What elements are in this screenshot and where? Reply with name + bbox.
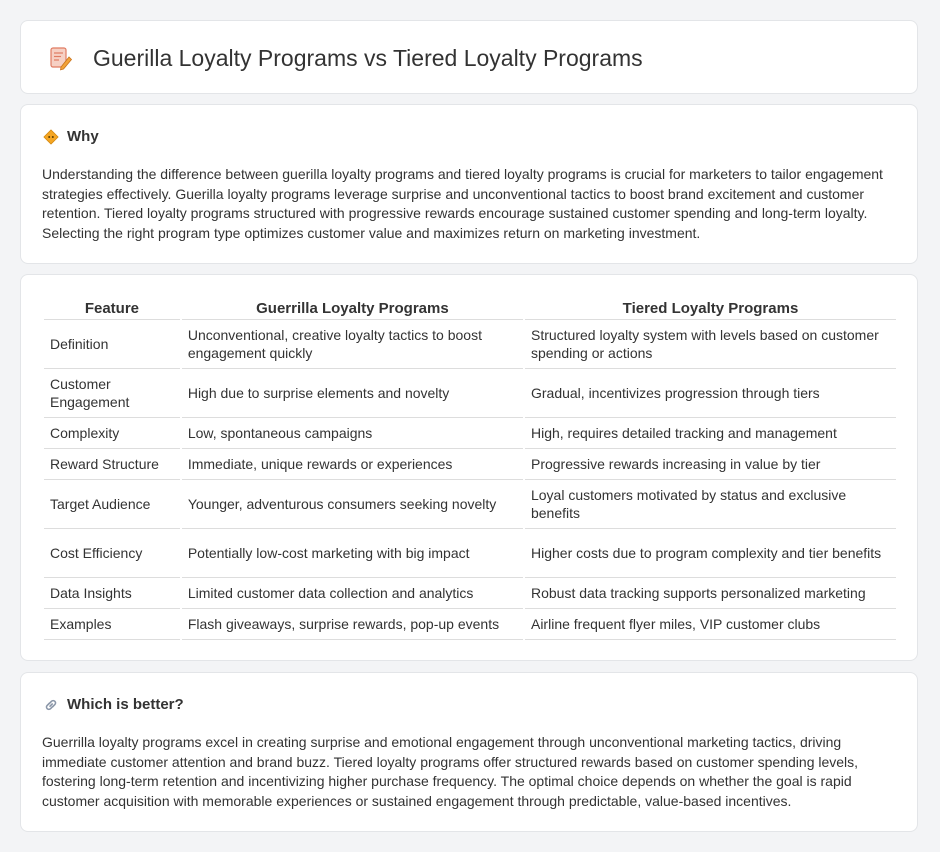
which-is-better-section: Which is better? Guerrilla loyalty progr… <box>20 672 918 832</box>
table-row: Data Insights Limited customer data coll… <box>44 578 896 609</box>
table-row: Reward Structure Immediate, unique rewar… <box>44 449 896 480</box>
tiered-cell: High, requires detailed tracking and man… <box>524 418 896 449</box>
document-pencil-icon <box>50 47 73 71</box>
tiered-cell: Progressive rewards increasing in value … <box>524 449 896 480</box>
header-card: Guerilla Loyalty Programs vs Tiered Loya… <box>20 20 918 94</box>
why-text: Understanding the difference between gue… <box>42 166 883 241</box>
tiered-cell: Airline frequent flyer miles, VIP custom… <box>524 609 896 640</box>
table-row: Cost Efficiency Potentially low-cost mar… <box>44 529 896 578</box>
comparison-section: Feature Guerrilla Loyalty Programs Tiere… <box>20 274 918 661</box>
page-title: Guerilla Loyalty Programs vs Tiered Loya… <box>93 45 643 71</box>
which-is-better-heading: Which is better? <box>67 696 184 713</box>
why-section: Why Understanding the difference between… <box>20 104 918 264</box>
tiered-cell: Gradual, incentivizes progression throug… <box>524 369 896 418</box>
guerrilla-cell: Flash giveaways, surprise rewards, pop-u… <box>181 609 523 640</box>
comparison-table: Feature Guerrilla Loyalty Programs Tiere… <box>42 297 898 640</box>
feature-cell: Examples <box>44 609 180 640</box>
feature-cell: Definition <box>44 320 180 369</box>
table-row: Definition Unconventional, creative loya… <box>44 320 896 369</box>
feature-cell: Target Audience <box>44 480 180 529</box>
header-tiered: Tiered Loyalty Programs <box>524 297 896 320</box>
table-header-row: Feature Guerrilla Loyalty Programs Tiere… <box>44 297 896 320</box>
guerrilla-cell: Low, spontaneous campaigns <box>181 418 523 449</box>
guerrilla-cell: Unconventional, creative loyalty tactics… <box>181 320 523 369</box>
table-row: Target Audience Younger, adventurous con… <box>44 480 896 529</box>
which-is-better-text: Guerrilla loyalty programs excel in crea… <box>42 734 859 809</box>
header-guerrilla: Guerrilla Loyalty Programs <box>181 297 523 320</box>
guerrilla-cell: High due to surprise elements and novelt… <box>181 369 523 418</box>
diamond-sign-icon <box>43 129 59 145</box>
link-icon <box>45 699 57 711</box>
tiered-cell: Higher costs due to program complexity a… <box>524 529 896 578</box>
why-heading: Why <box>67 128 99 145</box>
table-row: Complexity Low, spontaneous campaigns Hi… <box>44 418 896 449</box>
guerrilla-cell: Potentially low-cost marketing with big … <box>181 529 523 578</box>
feature-cell: Cost Efficiency <box>44 529 180 578</box>
table-row: Customer Engagement High due to surprise… <box>44 369 896 418</box>
feature-cell: Customer Engagement <box>44 369 180 418</box>
feature-cell: Reward Structure <box>44 449 180 480</box>
feature-cell: Data Insights <box>44 578 180 609</box>
tiered-cell: Loyal customers motivated by status and … <box>524 480 896 529</box>
header-feature: Feature <box>44 297 180 320</box>
tiered-cell: Robust data tracking supports personaliz… <box>524 578 896 609</box>
guerrilla-cell: Younger, adventurous consumers seeking n… <box>181 480 523 529</box>
guerrilla-cell: Limited customer data collection and ana… <box>181 578 523 609</box>
guerrilla-cell: Immediate, unique rewards or experiences <box>181 449 523 480</box>
tiered-cell: Structured loyalty system with levels ba… <box>524 320 896 369</box>
feature-cell: Complexity <box>44 418 180 449</box>
table-row: Examples Flash giveaways, surprise rewar… <box>44 609 896 640</box>
